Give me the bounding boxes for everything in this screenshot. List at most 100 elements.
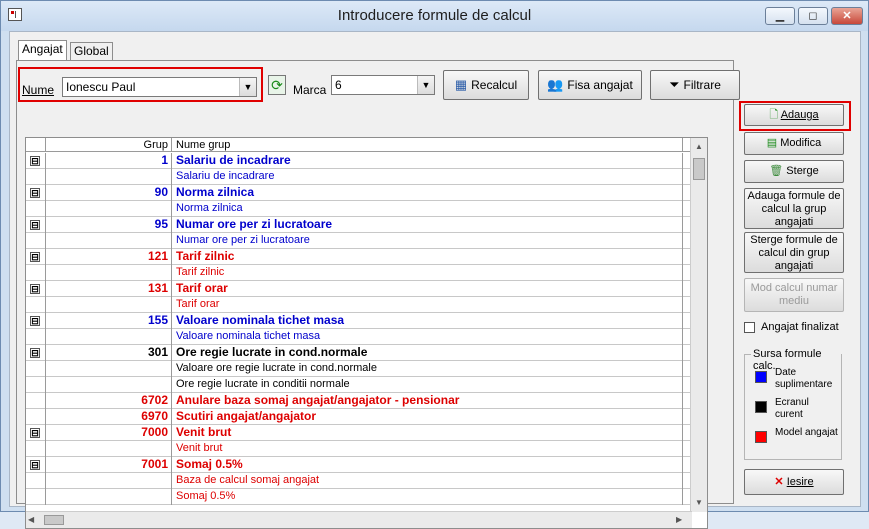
table-row[interactable]: Valoare ore regie lucrate in cond.normal… <box>26 361 707 377</box>
table-row[interactable]: ⊟ 1 Salariu de incadrare <box>26 153 707 169</box>
grup-cell <box>46 265 172 281</box>
table-row[interactable]: ⊟ 131 Tarif orar <box>26 281 707 297</box>
nume-cell: Tarif orar <box>173 281 683 297</box>
table-row[interactable]: Valoare nominala tichet masa <box>26 329 707 345</box>
filtrare-button[interactable]: ⏷ Filtrare <box>650 70 740 100</box>
nume-cell: Numar ore per zi lucratoare <box>173 233 683 249</box>
row-toggle-cell <box>26 441 46 457</box>
iesire-button[interactable]: ✕ Iesire <box>744 469 844 495</box>
table-row[interactable]: Norma zilnica <box>26 201 707 217</box>
name-highlight-box <box>18 67 263 102</box>
table-row[interactable]: Salariu de incadrare <box>26 169 707 185</box>
maximize-button[interactable]: ◻ <box>798 7 828 25</box>
fisa-angajat-button[interactable]: 👥 Fisa angajat <box>538 70 642 100</box>
row-toggle-cell <box>26 233 46 249</box>
table-row[interactable]: Tarif orar <box>26 297 707 313</box>
adauga-grup-button[interactable]: Adauga formule de calcul la grup angajat… <box>744 188 844 229</box>
refresh-icon[interactable]: ⟳ <box>268 75 286 95</box>
table-row[interactable]: ⊟ 301 Ore regie lucrate in cond.normale <box>26 345 707 361</box>
recalcul-button[interactable]: ▦ Recalcul <box>443 70 529 100</box>
table-row[interactable]: ⊟ 155 Valoare nominala tichet masa <box>26 313 707 329</box>
nume-cell: Tarif orar <box>173 297 683 313</box>
finalizat-checkbox[interactable] <box>744 322 755 333</box>
modifica-button[interactable]: ▤ Modifica <box>744 132 844 155</box>
scroll-up-icon[interactable]: ▲ <box>692 139 706 155</box>
table-row[interactable]: ⊟ 90 Norma zilnica <box>26 185 707 201</box>
close-button[interactable]: ✕ <box>831 7 863 25</box>
table-row[interactable]: Numar ore per zi lucratoare <box>26 233 707 249</box>
row-toggle-cell <box>26 329 46 345</box>
table-row[interactable]: 6702 Anulare baza somaj angajat/angajator… <box>26 393 707 409</box>
calculator-icon: ▦ <box>454 77 468 92</box>
table-row[interactable]: ⊟ 95 Numar ore per zi lucratoare <box>26 217 707 233</box>
row-toggle-cell <box>26 361 46 377</box>
tab-global[interactable]: Global <box>70 42 113 60</box>
minimize-button[interactable]: ▁ <box>765 7 795 25</box>
modifica-label: Modifica <box>780 137 822 149</box>
table-row[interactable]: ⊟ 7000 Venit brut <box>26 425 707 441</box>
grup-cell: 121 <box>46 249 172 265</box>
nume-cell: Ore regie lucrate in cond.normale <box>173 345 683 361</box>
collapse-icon[interactable]: ⊟ <box>30 428 40 438</box>
collapse-icon[interactable]: ⊟ <box>30 348 40 358</box>
row-toggle-cell: ⊟ <box>26 313 46 329</box>
marca-dropdown-arrow-icon[interactable]: ▼ <box>417 76 434 94</box>
grup-cell: 301 <box>46 345 172 361</box>
recalcul-label: Recalcul <box>471 78 518 92</box>
legend-label-date: Date suplimentare <box>775 367 833 390</box>
grup-cell <box>46 473 172 489</box>
collapse-icon[interactable]: ⊟ <box>30 316 40 326</box>
people-icon: 👥 <box>547 77 564 92</box>
scroll-thumb[interactable] <box>693 158 705 180</box>
legend-swatch-red <box>755 431 767 443</box>
scroll-down-icon[interactable]: ▼ <box>692 495 706 511</box>
scroll-right-icon[interactable]: ▶ <box>676 512 690 528</box>
collapse-icon[interactable]: ⊟ <box>30 188 40 198</box>
table-row[interactable]: 6970 Scutiri angajat/angajator <box>26 409 707 425</box>
nume-cell: Scutiri angajat/angajator <box>173 409 683 425</box>
horizontal-scrollbar[interactable]: ◀ ▶ <box>26 511 692 528</box>
nume-cell: Tarif zilnic <box>173 265 683 281</box>
vertical-scrollbar[interactable]: ▲ ▼ <box>690 138 707 512</box>
marca-combo[interactable]: 6 ▼ <box>331 75 435 95</box>
row-toggle-cell <box>26 393 46 409</box>
main-window: Introducere formule de calcul ▁ ◻ ✕ Anga… <box>0 0 869 529</box>
nume-cell: Tarif zilnic <box>173 249 683 265</box>
nume-cell: Valoare nominala tichet masa <box>173 313 683 329</box>
grup-cell <box>46 489 172 505</box>
collapse-icon[interactable]: ⊟ <box>30 284 40 294</box>
grup-cell <box>46 233 172 249</box>
hscroll-thumb[interactable] <box>44 515 64 525</box>
table-row[interactable]: ⊟ 7001 Somaj 0.5% <box>26 457 707 473</box>
grup-cell: 90 <box>46 185 172 201</box>
row-toggle-cell: ⊟ <box>26 281 46 297</box>
tab-angajat[interactable]: Angajat <box>18 40 67 61</box>
table-row[interactable]: Ore regie lucrate in conditii normale <box>26 377 707 393</box>
nume-cell: Venit brut <box>173 425 683 441</box>
adauga-grup-label: Adauga formule de calcul la grup angajat… <box>747 190 841 228</box>
grup-cell: 6702 <box>46 393 172 409</box>
table-row[interactable]: Baza de calcul somaj angajat <box>26 473 707 489</box>
table-row[interactable]: Somaj 0.5% <box>26 489 707 505</box>
row-toggle-cell: ⊟ <box>26 345 46 361</box>
nume-column-header[interactable]: Nume grup <box>173 138 683 152</box>
table-row[interactable]: Tarif zilnic <box>26 265 707 281</box>
collapse-icon[interactable]: ⊟ <box>30 252 40 262</box>
row-toggle-cell: ⊟ <box>26 249 46 265</box>
table-row[interactable]: ⊟ 121 Tarif zilnic <box>26 249 707 265</box>
collapse-icon[interactable]: ⊟ <box>30 156 40 166</box>
collapse-icon[interactable]: ⊟ <box>30 460 40 470</box>
table-row[interactable]: Venit brut <box>26 441 707 457</box>
formula-grid[interactable]: Grup Nume grup ⊟ 1 Salariu de incadrare Sal… <box>25 137 708 529</box>
mod-calcul-button[interactable]: Mod calcul numar mediu <box>744 278 844 312</box>
collapse-icon[interactable]: ⊟ <box>30 220 40 230</box>
mod-calcul-label: Mod calcul numar mediu <box>750 282 838 307</box>
marca-value: 6 <box>335 78 342 92</box>
sterge-grup-button[interactable]: Sterge formule de calcul din grup angaja… <box>744 232 844 273</box>
nume-cell: Somaj 0.5% <box>173 457 683 473</box>
scroll-left-icon[interactable]: ◀ <box>28 512 42 528</box>
adauga-highlight-box <box>739 101 851 131</box>
row-toggle-cell <box>26 489 46 505</box>
sterge-button[interactable]: 🗑 Sterge <box>744 160 844 183</box>
grup-column-header[interactable]: Grup <box>46 138 172 152</box>
